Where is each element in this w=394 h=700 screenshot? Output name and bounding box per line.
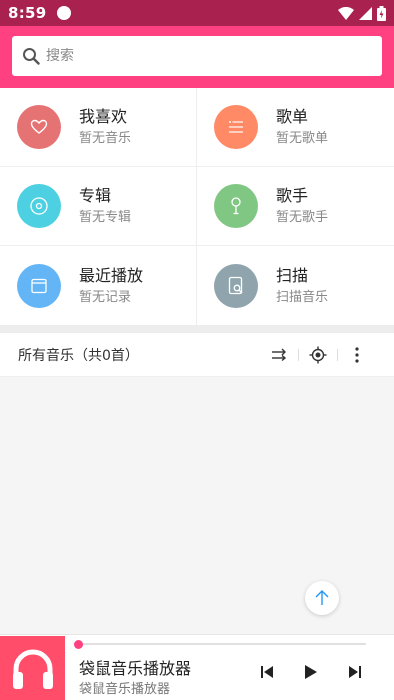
list-icon — [229, 121, 243, 133]
grid-item-subtitle: 暂无歌手 — [276, 210, 329, 225]
search-icon — [23, 48, 40, 65]
section-divider — [0, 325, 394, 333]
grid-item-playlists[interactable]: 歌单 暂无歌单 — [197, 88, 394, 167]
mini-player[interactable]: 袋鼠音乐播放器 袋鼠音乐播放器 — [0, 634, 394, 700]
status-bar: 8:59 — [0, 0, 394, 26]
search-input[interactable] — [46, 48, 346, 64]
battery-icon — [377, 5, 386, 21]
music-list-header: 所有音乐（共0首） — [0, 333, 394, 377]
more-options-button[interactable] — [338, 340, 376, 370]
window-icon — [31, 278, 47, 293]
heart-icon — [30, 119, 48, 134]
song-title: 袋鼠音乐播放器 — [79, 659, 192, 678]
microphone-icon — [231, 197, 241, 215]
arrow-up-icon — [315, 590, 329, 605]
grid-item-title: 最近播放 — [79, 265, 144, 285]
album-cover[interactable] — [0, 636, 65, 700]
grid-item-subtitle: 暂无歌单 — [276, 131, 329, 146]
recent-icon-circle — [17, 263, 61, 308]
status-icons — [338, 5, 386, 21]
grid-item-albums[interactable]: 专辑 暂无专辑 — [0, 167, 197, 246]
skip-next-icon — [349, 666, 361, 678]
music-list-title: 所有音乐（共0首） — [18, 347, 139, 364]
progress-track[interactable] — [78, 643, 366, 645]
status-time: 8:59 — [8, 4, 47, 22]
locate-icon — [309, 346, 327, 363]
grid-item-recent[interactable]: 最近播放 暂无记录 — [0, 246, 197, 325]
song-artist: 袋鼠音乐播放器 — [79, 682, 171, 697]
skip-previous-icon — [261, 666, 273, 678]
more-vertical-icon — [355, 346, 359, 363]
sort-arrows-icon — [272, 348, 287, 361]
next-button[interactable] — [344, 661, 366, 683]
sort-button[interactable] — [260, 340, 298, 370]
wifi-icon — [338, 6, 354, 20]
scan-file-icon — [228, 276, 243, 294]
play-icon — [305, 665, 317, 679]
search-bar — [0, 26, 394, 88]
scan-icon-circle — [214, 263, 258, 308]
grid-item-title: 歌手 — [276, 186, 309, 205]
artists-icon-circle — [214, 184, 258, 228]
scroll-top-button[interactable] — [305, 581, 339, 615]
playlists-icon-circle — [214, 105, 258, 149]
grid-item-subtitle: 暂无专辑 — [79, 210, 132, 225]
list-header-actions — [260, 340, 376, 370]
favorites-icon-circle — [17, 105, 61, 149]
grid-item-title: 扫描 — [276, 265, 309, 285]
category-grid: 我喜欢 暂无音乐 歌单 暂无歌单 专辑 暂无专辑 歌手 暂无歌手 最近播放 暂无… — [0, 88, 394, 325]
headphones-icon — [12, 649, 53, 689]
grid-item-title: 专辑 — [79, 186, 112, 205]
notification-dot-icon — [56, 6, 71, 20]
grid-item-subtitle: 暂无音乐 — [79, 131, 132, 146]
progress-thumb[interactable] — [74, 640, 83, 649]
previous-button[interactable] — [256, 661, 278, 683]
grid-item-title: 歌单 — [276, 107, 309, 126]
albums-icon-circle — [17, 184, 61, 228]
grid-item-favorites[interactable]: 我喜欢 暂无音乐 — [0, 88, 197, 167]
search-box[interactable] — [12, 36, 382, 76]
locate-button[interactable] — [299, 340, 337, 370]
grid-item-scan[interactable]: 扫描 扫描音乐 — [197, 246, 394, 325]
grid-item-artists[interactable]: 歌手 暂无歌手 — [197, 167, 394, 246]
grid-item-title: 我喜欢 — [79, 107, 128, 126]
grid-item-subtitle: 扫描音乐 — [276, 289, 329, 305]
signal-icon — [359, 6, 372, 20]
play-button[interactable] — [300, 661, 322, 683]
grid-item-subtitle: 暂无记录 — [79, 289, 132, 305]
disc-icon — [30, 197, 48, 215]
